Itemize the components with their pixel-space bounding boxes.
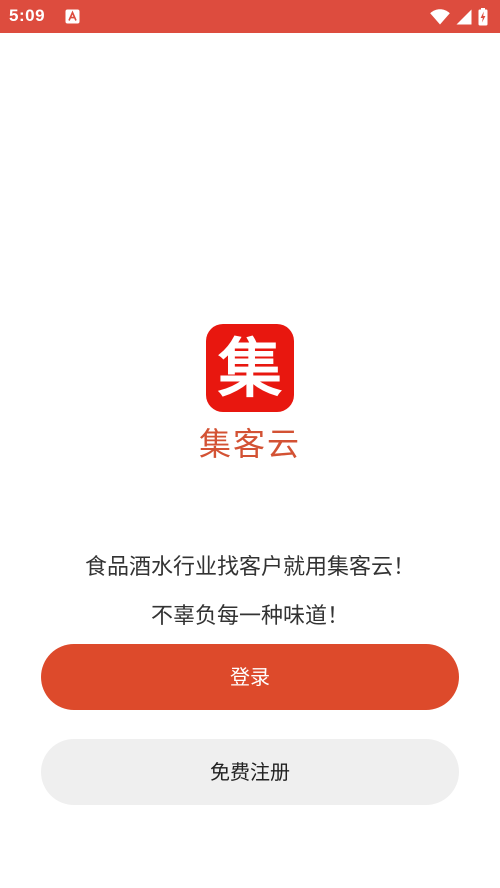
notification-a-icon bbox=[65, 9, 80, 24]
wifi-icon bbox=[430, 9, 450, 25]
slogan-line-2: 不辜负每一种味道！ bbox=[150, 604, 349, 629]
slogan-line-1: 食品酒水行业找客户就用集客云！ bbox=[84, 555, 415, 580]
app-name: 集客云 bbox=[198, 425, 301, 463]
app-logo: 集 bbox=[206, 324, 294, 412]
status-icons bbox=[430, 7, 488, 27]
battery-charging-icon bbox=[478, 8, 488, 26]
register-button[interactable]: 免费注册 bbox=[41, 739, 459, 805]
status-bar: 5:09 bbox=[0, 0, 500, 33]
logo-character: 集 bbox=[217, 333, 282, 407]
signal-icon bbox=[456, 9, 472, 25]
status-time: 5:09 bbox=[9, 6, 46, 25]
login-button[interactable]: 登录 bbox=[41, 644, 459, 710]
